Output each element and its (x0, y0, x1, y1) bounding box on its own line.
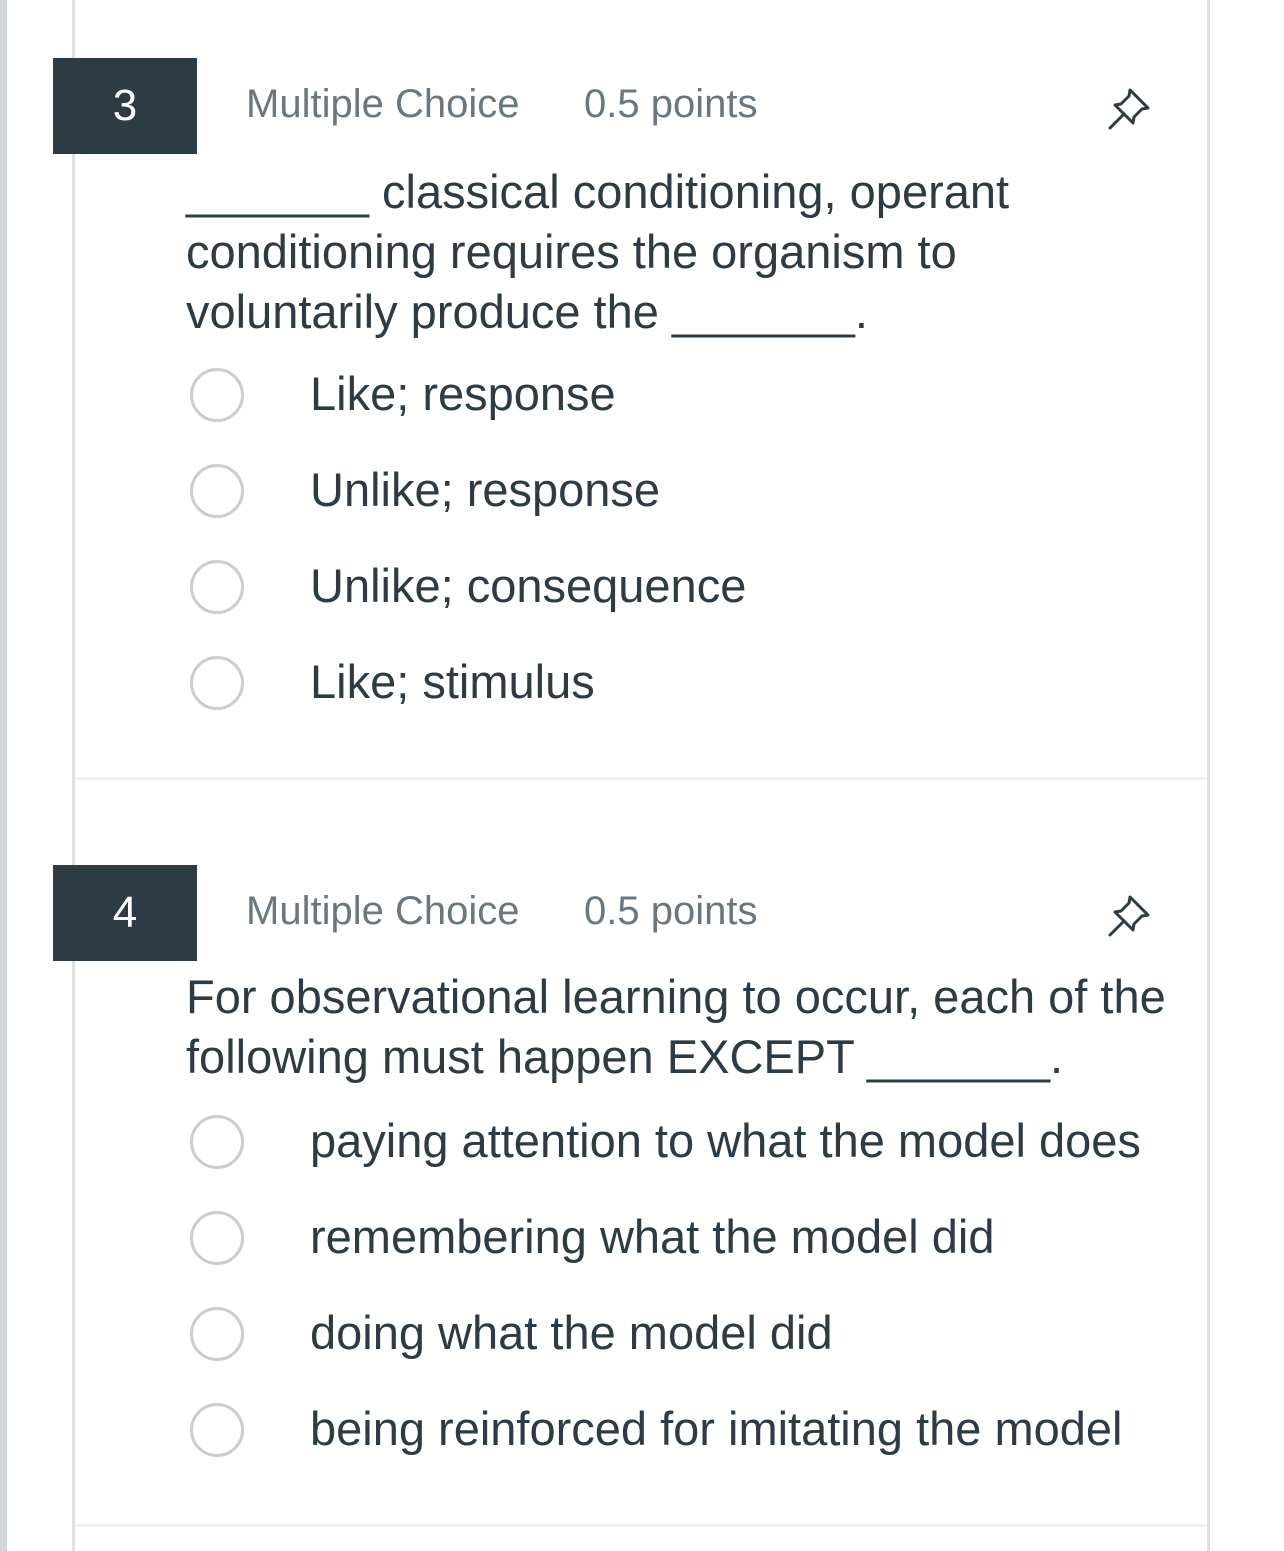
answer-option[interactable]: doing what the model did (186, 1301, 1176, 1371)
answer-option[interactable]: Like; stimulus (186, 650, 1176, 720)
answer-option-label: Unlike; response (310, 463, 661, 516)
answer-option[interactable]: Unlike; response (186, 458, 1176, 528)
answer-option[interactable]: Unlike; consequence (186, 554, 1176, 624)
radio-button[interactable] (190, 1115, 244, 1169)
answer-option[interactable]: remembering what the model did (186, 1205, 1176, 1275)
answer-option-label: Unlike; consequence (310, 559, 747, 612)
radio-button[interactable] (190, 1307, 244, 1361)
left-rail (0, 0, 7, 1551)
answer-option[interactable]: being reinforced for imitating the model (186, 1397, 1176, 1467)
answer-option-label: paying attention to what the model does (310, 1114, 1141, 1167)
question-type: Multiple Choice (246, 82, 520, 126)
answer-option-label: remembering what the model did (310, 1210, 995, 1263)
question-text: For observational learning to occur, eac… (186, 970, 1166, 1083)
radio-button[interactable] (190, 656, 244, 710)
question-divider (75, 777, 1207, 780)
answer-option-label: Like; response (310, 367, 616, 420)
answer-option-label: doing what the model did (310, 1306, 833, 1359)
pushpin-icon[interactable] (1100, 883, 1162, 945)
question-number-badge: 3 (53, 58, 197, 154)
answer-option[interactable]: Like; response (186, 362, 1176, 432)
question-type: Multiple Choice (246, 889, 520, 933)
question-divider (75, 1524, 1207, 1527)
radio-button[interactable] (190, 1403, 244, 1457)
question-points: 0.5 points (584, 82, 758, 126)
answer-option-label: Like; stimulus (310, 655, 595, 708)
question-number-badge: 4 (53, 865, 197, 961)
question-text: _______ classical conditioning, operant … (186, 165, 1010, 338)
question-points: 0.5 points (584, 889, 758, 933)
radio-button[interactable] (190, 560, 244, 614)
radio-button[interactable] (190, 368, 244, 422)
radio-button[interactable] (190, 464, 244, 518)
pushpin-icon[interactable] (1100, 76, 1162, 138)
answer-option[interactable]: paying attention to what the model does (186, 1109, 1176, 1179)
radio-button[interactable] (190, 1211, 244, 1265)
answer-option-label: being reinforced for imitating the model (310, 1402, 1123, 1455)
